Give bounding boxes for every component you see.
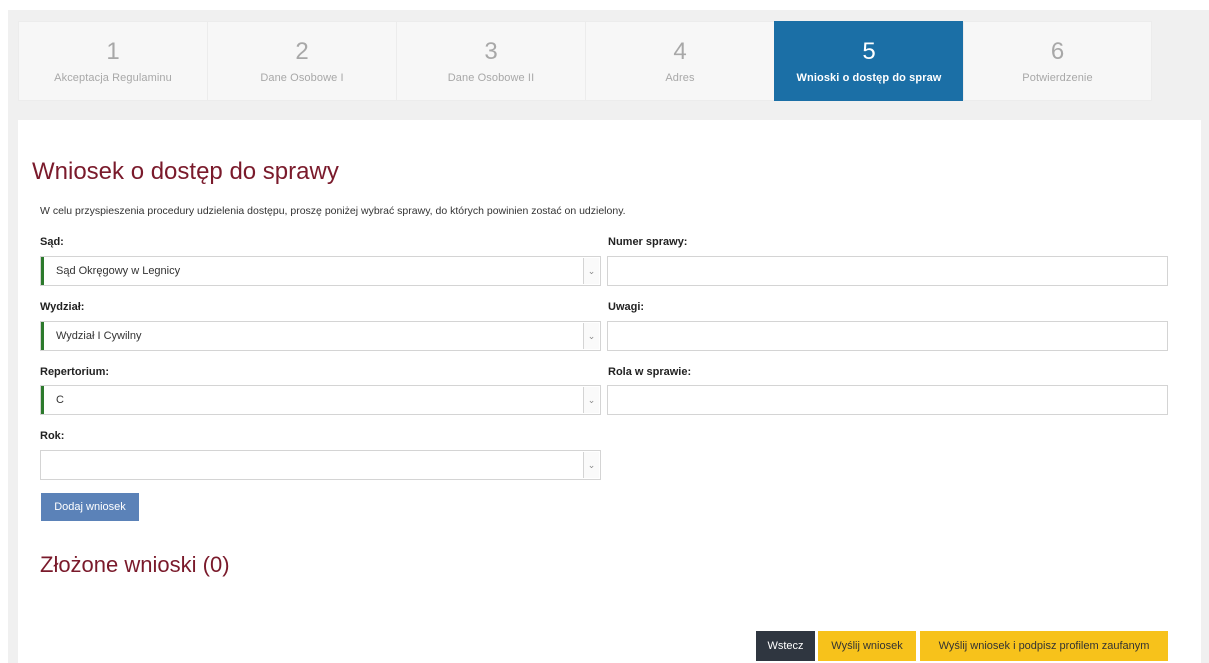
sad-label: Sąd: [40,236,64,248]
rola-input[interactable] [607,385,1168,415]
submitted-title: Złożone wnioski (0) [40,552,230,577]
chevron-down-icon: ⌄ [583,387,599,413]
numer-sprawy-label: Numer sprawy: [608,236,688,248]
rok-select[interactable]: ⌄ [40,450,601,480]
repertorium-select[interactable]: C ⌄ [40,385,601,415]
step-number: 3 [484,38,498,65]
send-and-sign-button[interactable]: Wyślij wniosek i podpisz profilem zaufan… [920,631,1168,661]
step-label: Adres [665,72,695,84]
step-6[interactable]: 6 Potwierdzenie [963,21,1152,101]
repertorium-label: Repertorium: [40,366,110,378]
page-title: Wniosek o dostęp do sprawy [32,158,339,185]
intro-text: W celu przyspieszenia procedury udzielen… [40,205,626,217]
step-number: 1 [106,38,120,65]
step-3[interactable]: 3 Dane Osobowe II [396,21,585,101]
wizard-steps: 1 Akceptacja Regulaminu 2 Dane Osobowe I… [18,21,1154,101]
step-number: 4 [673,38,687,65]
repertorium-value: C [56,394,64,406]
wydzial-select[interactable]: Wydział I Cywilny ⌄ [40,321,601,351]
valid-indicator [41,451,44,479]
send-button[interactable]: Wyślij wniosek [818,631,916,661]
step-2[interactable]: 2 Dane Osobowe I [207,21,396,101]
wydzial-value: Wydział I Cywilny [56,330,142,342]
uwagi-label: Uwagi: [608,301,645,313]
step-label: Dane Osobowe II [447,72,535,84]
sad-select[interactable]: Sąd Okręgowy w Legnicy ⌄ [40,256,601,286]
rok-label: Rok: [40,430,65,442]
chevron-down-icon: ⌄ [583,258,599,284]
step-1[interactable]: 1 Akceptacja Regulaminu [18,21,207,101]
step-number: 5 [862,38,876,65]
step-5[interactable]: 5 Wnioski o dostęp do spraw [774,21,963,101]
step-label: Dane Osobowe I [260,72,344,84]
chevron-down-icon: ⌄ [583,323,599,349]
step-label: Akceptacja Regulaminu [54,72,172,84]
rola-label: Rola w sprawie: [608,366,692,378]
wydzial-label: Wydział: [40,301,85,313]
sad-value: Sąd Okręgowy w Legnicy [56,265,181,277]
chevron-down-icon: ⌄ [583,452,599,478]
add-request-button[interactable]: Dodaj wniosek [41,493,139,521]
back-button[interactable]: Wstecz [756,631,815,661]
step-number: 2 [295,38,309,65]
numer-sprawy-input[interactable] [607,256,1168,286]
step-4[interactable]: 4 Adres [585,21,774,101]
step-label: Wnioski o dostęp do spraw [796,72,942,84]
uwagi-input[interactable] [607,321,1168,351]
step-number: 6 [1050,38,1065,65]
step-label: Potwierdzenie [1022,72,1093,84]
